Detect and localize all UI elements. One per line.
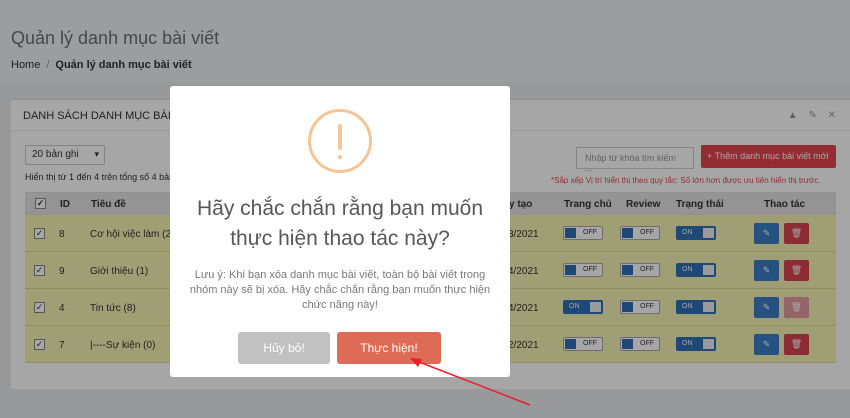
annotation-arrow bbox=[410, 358, 531, 406]
